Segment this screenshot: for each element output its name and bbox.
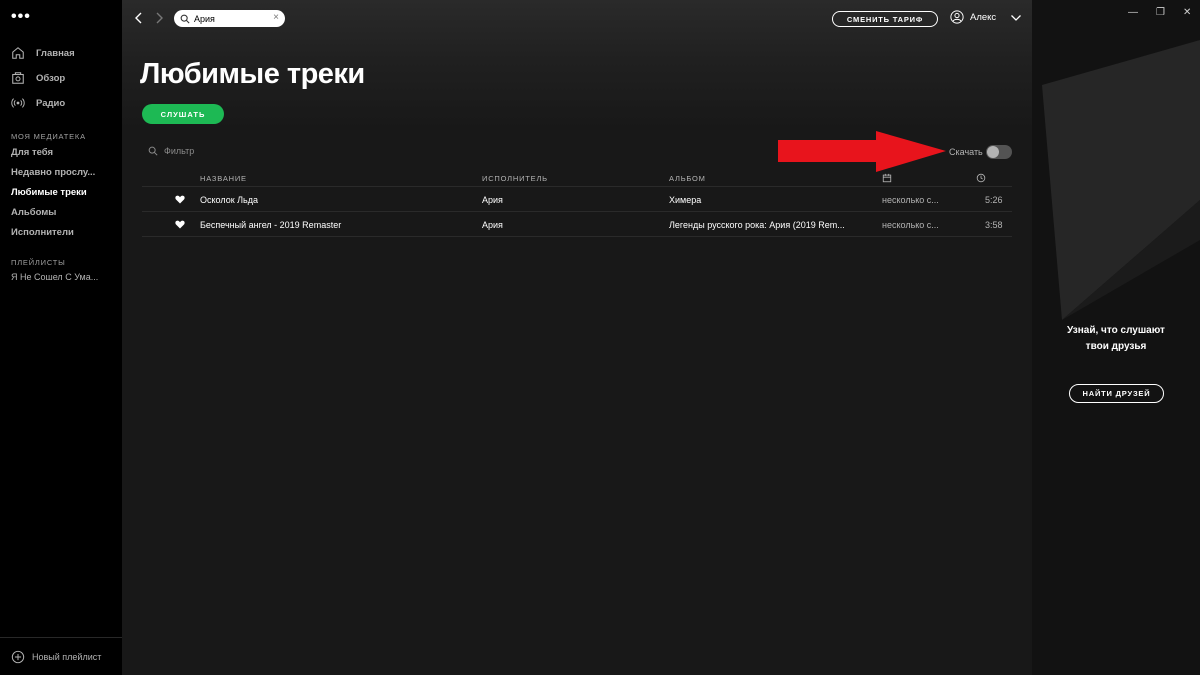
window-restore-button[interactable]: ❐	[1156, 7, 1165, 18]
nav-radio-label: Радио	[36, 97, 66, 109]
table-row[interactable]: Беспечный ангел - 2019 Remaster Ария Лег…	[142, 212, 1012, 237]
track-album[interactable]: Легенды русского рока: Ария (2019 Rem...	[669, 220, 845, 230]
play-button[interactable]: СЛУШАТЬ	[142, 104, 224, 124]
back-button[interactable]	[132, 11, 146, 27]
library-item-for-you[interactable]: Для тебя	[11, 147, 53, 158]
search-icon	[148, 146, 158, 156]
library-section-title: МОЯ МЕДИАТЕКА	[11, 132, 86, 141]
search-input[interactable]	[194, 13, 274, 24]
friend-activity-panel: — ❐ ✕ Узнай, что слушают твои друзья НАЙ…	[1032, 0, 1200, 675]
library-item-artists[interactable]: Исполнители	[11, 227, 74, 238]
new-playlist-button[interactable]: Новый плейлист	[0, 637, 122, 675]
friends-prompt-line2: твои друзья	[1085, 341, 1147, 352]
top-bar: × СМЕНИТЬ ТАРИФ Алекс	[122, 0, 1032, 38]
library-item-recent[interactable]: Недавно прослу...	[11, 167, 95, 178]
track-added: несколько с...	[882, 220, 939, 230]
nav-browse-label: Обзор	[36, 72, 66, 84]
browse-icon	[12, 72, 24, 84]
annotation-arrow	[778, 131, 946, 172]
search-clear-button[interactable]: ×	[273, 12, 279, 23]
page-title: Любимые треки	[140, 58, 365, 90]
filter-placeholder: Фильтр	[164, 146, 195, 156]
app-menu-button[interactable]: •••	[11, 9, 31, 25]
playlists-section-title: ПЛЕЙЛИСТЫ	[11, 258, 66, 267]
table-row[interactable]: Осколок Льда Ария Химера несколько с... …	[142, 187, 1012, 212]
home-icon	[12, 47, 24, 59]
column-title[interactable]: НАЗВАНИЕ	[200, 174, 247, 183]
column-duration[interactable]	[976, 173, 986, 185]
heart-icon[interactable]	[175, 195, 185, 204]
column-artist[interactable]: ИСПОЛНИТЕЛЬ	[482, 174, 548, 183]
track-title: Осколок Льда	[200, 195, 258, 205]
radio-icon	[11, 98, 25, 108]
window-close-button[interactable]: ✕	[1183, 7, 1191, 18]
track-added: несколько с...	[882, 195, 939, 205]
nav-radio[interactable]: Радио	[11, 94, 65, 112]
nav-home[interactable]: Главная	[11, 44, 75, 62]
track-album[interactable]: Химера	[669, 195, 701, 205]
upgrade-button[interactable]: СМЕНИТЬ ТАРИФ	[832, 11, 938, 27]
friends-prompt: Узнай, что слушают твои друзья	[1032, 323, 1200, 355]
track-artist[interactable]: Ария	[482, 220, 503, 230]
calendar-icon	[882, 173, 892, 183]
download-toggle[interactable]	[986, 145, 1012, 159]
filter-input[interactable]: Фильтр	[148, 146, 194, 156]
track-artist[interactable]: Ария	[482, 195, 503, 205]
clock-icon	[976, 173, 986, 183]
sidebar: ••• Главная Обзор Радио МОЯ МЕДИАТЕКА Дл…	[0, 0, 122, 675]
download-label: Скачать	[949, 147, 983, 157]
user-menu[interactable]: Алекс	[950, 10, 996, 24]
playlist-item[interactable]: Я Не Сошел С Ума...	[11, 272, 98, 282]
library-item-albums[interactable]: Альбомы	[11, 207, 56, 218]
track-duration: 5:26	[985, 195, 1003, 205]
nav-browse[interactable]: Обзор	[11, 69, 65, 87]
search-box[interactable]: ×	[174, 10, 285, 27]
library-item-liked-songs[interactable]: Любимые треки	[11, 187, 87, 198]
forward-button[interactable]	[152, 11, 166, 27]
track-duration: 3:58	[985, 220, 1003, 230]
toggle-knob	[987, 146, 999, 158]
chevron-left-icon	[135, 12, 142, 24]
friends-prompt-line1: Узнай, что слушают	[1067, 325, 1165, 336]
heart-icon[interactable]	[175, 220, 185, 229]
chevron-right-icon	[156, 12, 163, 24]
find-friends-button[interactable]: НАЙТИ ДРУЗЕЙ	[1069, 384, 1164, 403]
chevron-down-icon[interactable]	[1010, 12, 1022, 24]
column-album[interactable]: АЛЬБОМ	[669, 174, 706, 183]
user-name: Алекс	[970, 11, 997, 23]
window-minimize-button[interactable]: —	[1128, 7, 1138, 18]
table-header: НАЗВАНИЕ ИСПОЛНИТЕЛЬ АЛЬБОМ	[142, 170, 1012, 187]
track-title: Беспечный ангел - 2019 Remaster	[200, 220, 342, 230]
plus-circle-icon	[11, 650, 25, 663]
user-icon	[950, 10, 964, 24]
main-content: × СМЕНИТЬ ТАРИФ Алекс Любимые треки СЛУШ…	[122, 0, 1032, 675]
new-playlist-label: Новый плейлист	[32, 651, 102, 662]
search-icon	[180, 14, 190, 24]
nav-home-label: Главная	[36, 47, 75, 59]
column-date-added[interactable]	[882, 173, 892, 185]
